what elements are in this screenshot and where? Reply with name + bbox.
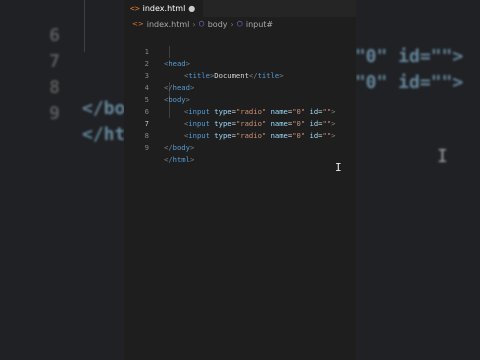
text-cursor-icon: I [437, 146, 448, 167]
breadcrumb-body[interactable]: body [208, 20, 228, 29]
text-cursor-icon: I [335, 161, 342, 174]
line-text: </html> [164, 155, 195, 164]
code-editor: <> index.html ● <> index.html › ⬡ body ›… [124, 0, 356, 360]
html-file-icon: <> [132, 20, 144, 28]
chevron-right-icon: › [230, 19, 234, 29]
code-line: 8 </body> [124, 118, 356, 152]
code-line: 1 <head> [124, 34, 356, 68]
code-line: 9 </html> [124, 130, 356, 164]
tab-index-html[interactable]: <> index.html ● [124, 0, 204, 17]
code-line: 3 </head> [124, 58, 356, 92]
code-line: 5 <input type="radio" name="0" id=""> [124, 82, 356, 116]
code-line-active: 7 <input type="radio" name="0" id=""> [124, 106, 356, 140]
tab-bar: <> index.html ● [124, 0, 356, 17]
element-icon: ⬡ [236, 20, 243, 28]
breadcrumb-input[interactable]: input# [246, 20, 273, 29]
breadcrumb-file[interactable]: index.html [147, 20, 190, 29]
breadcrumb: <> index.html › ⬡ body › ⬡ input# [124, 17, 356, 31]
line-number: 9 [144, 143, 149, 152]
bg-line-number: 9 [49, 103, 60, 124]
code-line: 6 <input type="radio" name="0" id=""> [124, 94, 356, 128]
html-file-icon: <> [130, 4, 140, 13]
code-line: 4 <body> [124, 70, 356, 104]
element-icon: ⬡ [198, 20, 205, 28]
tab-label: index.html [142, 4, 186, 13]
line-text: </body> [164, 143, 195, 152]
chevron-right-icon: › [192, 19, 196, 29]
unsaved-dot-icon[interactable]: ● [188, 4, 195, 13]
code-area[interactable]: 1 <head> 2 <title>Document</title> 3 </h… [124, 34, 356, 164]
code-line: 2 <title>Document</title> [124, 46, 356, 80]
